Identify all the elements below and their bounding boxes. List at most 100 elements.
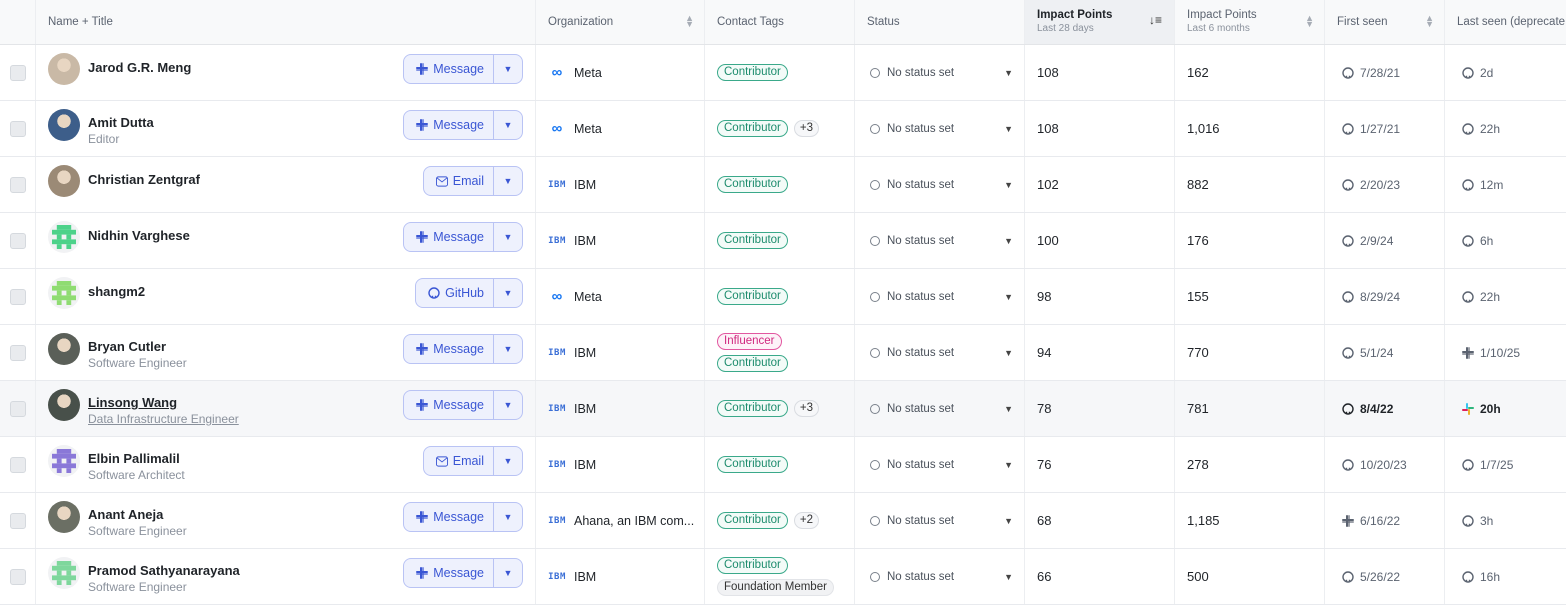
organization[interactable]: ∞ Meta	[548, 120, 602, 137]
organization[interactable]: IBM IBM	[548, 234, 596, 248]
chevron-down-icon[interactable]: ▼	[494, 447, 522, 475]
more-tags-badge[interactable]: +2	[793, 512, 820, 529]
organization[interactable]: ∞ Meta	[548, 288, 602, 305]
column-header-impact-28[interactable]: Impact Points Last 28 days ↓≡	[1025, 0, 1175, 44]
person-name[interactable]: Bryan Cutler	[88, 339, 187, 355]
tag-badge[interactable]: Contributor	[717, 512, 788, 529]
message-button[interactable]: Message	[404, 335, 494, 363]
row-checkbox[interactable]	[9, 400, 26, 417]
avatar[interactable]	[48, 109, 80, 141]
person-name[interactable]: Christian Zentgraf	[88, 172, 200, 188]
status-dropdown[interactable]: No status set ▼	[870, 67, 1024, 79]
avatar[interactable]	[48, 445, 80, 477]
table-row[interactable]: Jarod G.R. Meng Message ▼ ∞ Meta Contributor N…	[0, 45, 1566, 101]
tag-badge[interactable]: Contributor	[717, 456, 788, 473]
tag-badge[interactable]: Contributor	[717, 557, 788, 574]
row-checkbox[interactable]	[9, 344, 26, 361]
sort-descending-icon[interactable]: ↓≡	[1149, 13, 1162, 27]
column-header-impact-6m[interactable]: Impact Points Last 6 months ▲ ▼	[1175, 0, 1325, 44]
table-row[interactable]: shangm2 GitHub ▼ ∞ Meta Contributor No status …	[0, 269, 1566, 325]
status-dropdown[interactable]: No status set ▼	[870, 179, 1024, 191]
more-tags-badge[interactable]: +3	[793, 400, 820, 417]
tag-badge[interactable]: Contributor	[717, 400, 788, 417]
chevron-down-icon[interactable]: ▼	[494, 167, 522, 195]
table-row[interactable]: Nidhin Varghese Message ▼ IBM IBM Contributor…	[0, 213, 1566, 269]
table-row[interactable]: Elbin Pallimalil Software Architect Email ▼…	[0, 437, 1566, 493]
avatar[interactable]	[48, 165, 80, 197]
avatar[interactable]	[48, 389, 80, 421]
row-checkbox[interactable]	[9, 176, 26, 193]
tag-badge[interactable]: Contributor	[717, 232, 788, 249]
status-dropdown[interactable]: No status set ▼	[870, 571, 1024, 583]
email-button[interactable]: Email	[424, 167, 494, 195]
row-checkbox[interactable]	[9, 456, 26, 473]
column-header-name[interactable]: Name + Title	[36, 0, 536, 44]
status-dropdown[interactable]: No status set ▼	[870, 403, 1024, 415]
row-checkbox[interactable]	[9, 512, 26, 529]
tag-badge[interactable]: Influencer	[717, 333, 782, 350]
column-header-first-seen[interactable]: First seen ▲ ▼	[1325, 0, 1445, 44]
person-name[interactable]: Linsong Wang	[88, 395, 239, 411]
avatar[interactable]	[48, 53, 80, 85]
chevron-down-icon[interactable]: ▼	[494, 335, 522, 363]
sort-icon[interactable]: ▲ ▼	[685, 14, 694, 29]
more-tags-badge[interactable]: +3	[793, 120, 820, 137]
message-button[interactable]: Message	[404, 55, 494, 83]
column-header-status[interactable]: Status	[855, 0, 1025, 44]
table-row[interactable]: Christian Zentgraf Email ▼ IBM IBM Contributo…	[0, 157, 1566, 213]
avatar[interactable]	[48, 501, 80, 533]
organization[interactable]: IBM IBM	[548, 570, 596, 584]
chevron-down-icon[interactable]: ▼	[494, 559, 522, 587]
person-name[interactable]: shangm2	[88, 284, 145, 300]
status-dropdown[interactable]: No status set ▼	[870, 347, 1024, 359]
message-button[interactable]: Message	[404, 223, 494, 251]
status-dropdown[interactable]: No status set ▼	[870, 235, 1024, 247]
message-button[interactable]: Message	[404, 503, 494, 531]
organization[interactable]: IBM IBM	[548, 458, 596, 472]
organization[interactable]: IBM IBM	[548, 178, 596, 192]
tag-badge[interactable]: Contributor	[717, 64, 788, 81]
status-dropdown[interactable]: No status set ▼	[870, 515, 1024, 527]
row-checkbox[interactable]	[9, 568, 26, 585]
table-row[interactable]: Amit Dutta Editor Message ▼ ∞ Meta Contributor…	[0, 101, 1566, 157]
avatar[interactable]	[48, 221, 80, 253]
chevron-down-icon[interactable]: ▼	[494, 111, 522, 139]
chevron-down-icon[interactable]: ▼	[494, 55, 522, 83]
chevron-down-icon[interactable]: ▼	[494, 223, 522, 251]
tag-badge[interactable]: Contributor	[717, 355, 788, 372]
chevron-down-icon[interactable]: ▼	[494, 279, 522, 307]
row-checkbox[interactable]	[9, 120, 26, 137]
tag-badge[interactable]: Foundation Member	[717, 579, 834, 596]
organization[interactable]: IBM IBM	[548, 402, 596, 416]
organization[interactable]: ∞ Meta	[548, 64, 602, 81]
row-checkbox[interactable]	[9, 64, 26, 81]
organization[interactable]: IBM IBM	[548, 346, 596, 360]
row-checkbox[interactable]	[9, 288, 26, 305]
person-name[interactable]: Anant Aneja	[88, 507, 187, 523]
sort-icon[interactable]: ▲ ▼	[1305, 14, 1314, 29]
table-row[interactable]: Anant Aneja Software Engineer Message ▼ IBM A…	[0, 493, 1566, 549]
avatar[interactable]	[48, 277, 80, 309]
tag-badge[interactable]: Contributor	[717, 120, 788, 137]
message-button[interactable]: Message	[404, 559, 494, 587]
organization[interactable]: IBM Ahana, an IBM com...	[548, 514, 694, 528]
person-name[interactable]: Elbin Pallimalil	[88, 451, 185, 467]
sort-icon[interactable]: ▲ ▼	[1425, 14, 1434, 29]
row-checkbox[interactable]	[9, 232, 26, 249]
column-header-organization[interactable]: Organization ▲ ▼	[536, 0, 705, 44]
avatar[interactable]	[48, 333, 80, 365]
avatar[interactable]	[48, 557, 80, 589]
tag-badge[interactable]: Contributor	[717, 176, 788, 193]
table-row[interactable]: Linsong Wang Data Infrastructure Engineer…	[0, 381, 1566, 437]
person-name[interactable]: Pramod Sathyanarayana	[88, 563, 240, 579]
tag-badge[interactable]: Contributor	[717, 288, 788, 305]
column-header-last-seen[interactable]: Last seen (deprecate	[1445, 0, 1566, 44]
person-name[interactable]: Nidhin Varghese	[88, 228, 190, 244]
github-button[interactable]: GitHub	[416, 279, 494, 307]
status-dropdown[interactable]: No status set ▼	[870, 291, 1024, 303]
status-dropdown[interactable]: No status set ▼	[870, 123, 1024, 135]
message-button[interactable]: Message	[404, 111, 494, 139]
table-row[interactable]: Pramod Sathyanarayana Software Engineer Me…	[0, 549, 1566, 605]
table-row[interactable]: Bryan Cutler Software Engineer Message ▼ IBM…	[0, 325, 1566, 381]
person-name[interactable]: Amit Dutta	[88, 115, 154, 131]
